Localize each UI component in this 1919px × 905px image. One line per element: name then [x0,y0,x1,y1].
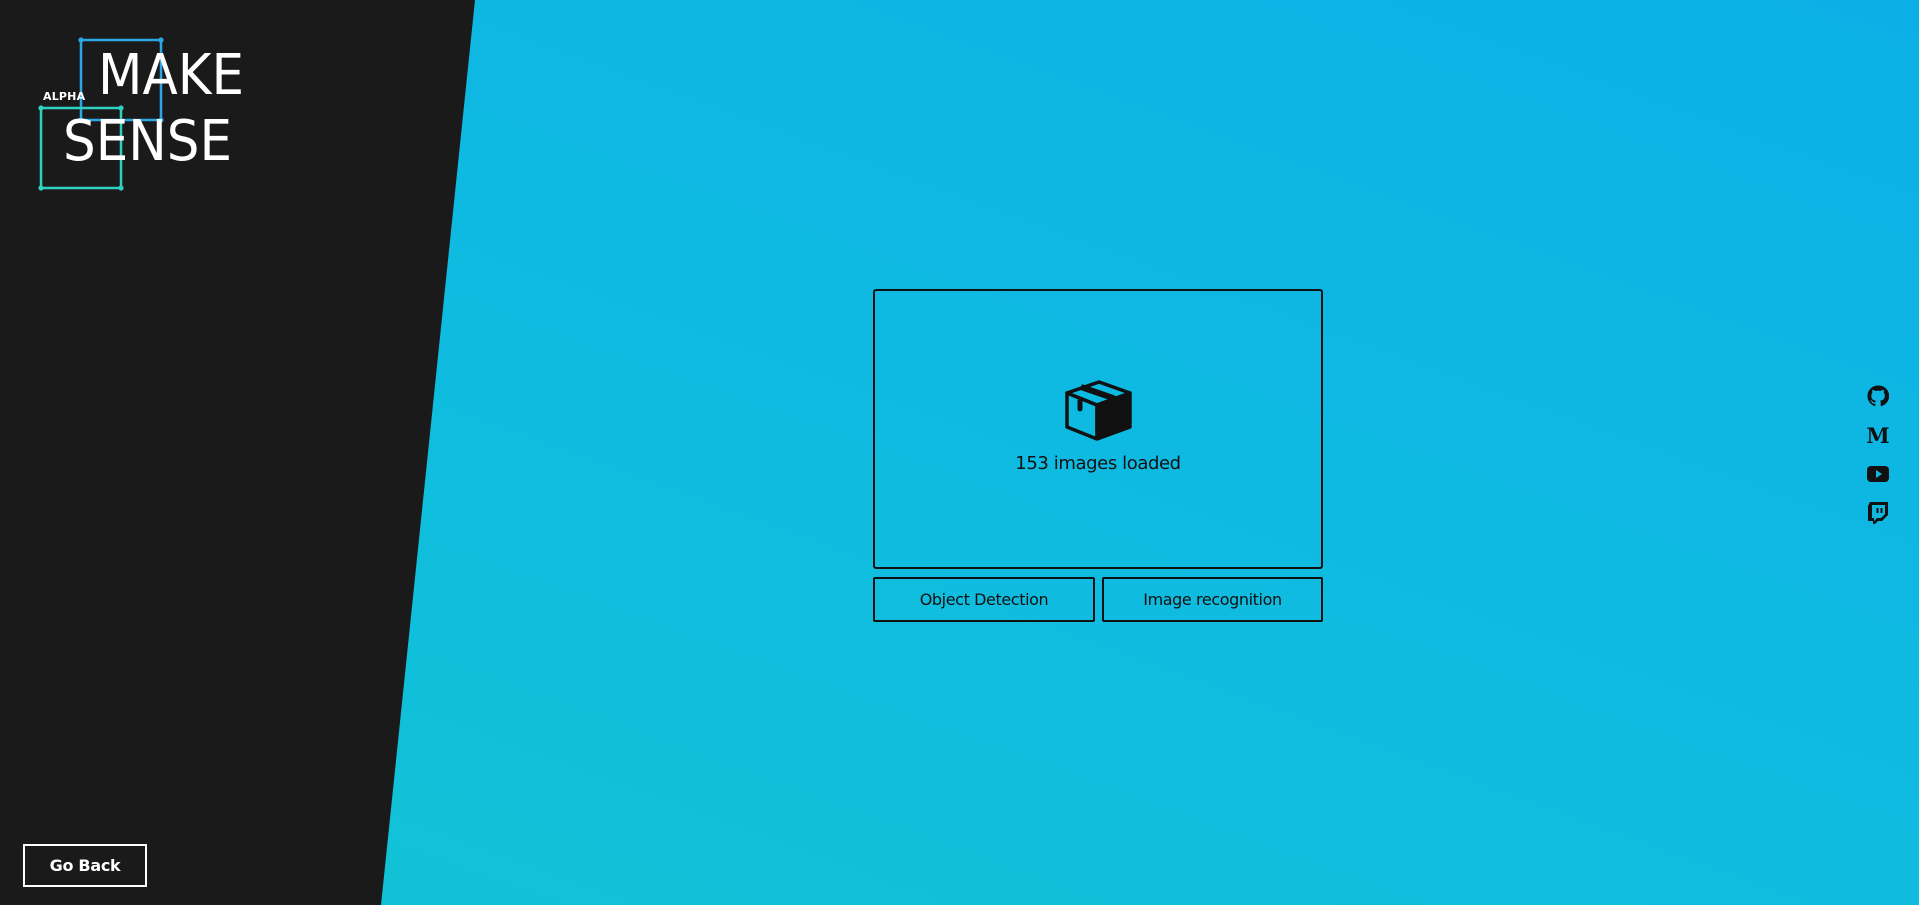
box-icon [1065,379,1132,441]
github-icon[interactable] [1866,384,1890,408]
social-links: M [1866,384,1890,540]
image-dropzone[interactable]: 153 images loaded [873,289,1323,569]
app-root: ALPHA MAKE SENSE Go Back 153 images load… [0,0,1919,905]
go-back-button[interactable]: Go Back [23,844,147,887]
logo-alpha-tag: ALPHA [43,90,86,103]
medium-icon[interactable]: M [1866,423,1890,447]
images-loaded-status: 153 images loaded [1015,452,1181,474]
image-recognition-button[interactable]: Image recognition [1102,577,1323,622]
logo-make-text: MAKE [98,43,245,108]
logo-sense-text: SENSE [63,109,233,174]
twitch-icon[interactable] [1866,501,1890,525]
make-sense-logo: ALPHA MAKE SENSE [36,36,266,196]
youtube-icon[interactable] [1866,462,1890,486]
left-panel: ALPHA MAKE SENSE [0,0,475,905]
object-detection-button[interactable]: Object Detection [873,577,1095,622]
